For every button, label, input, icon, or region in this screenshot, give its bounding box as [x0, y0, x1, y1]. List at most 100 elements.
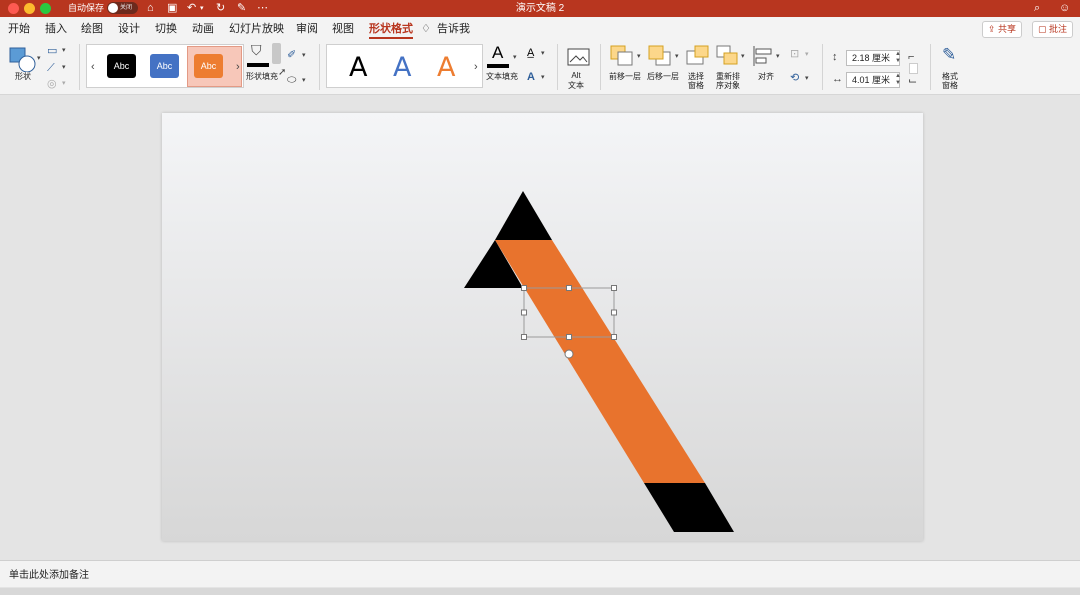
shape-style-blue[interactable]: Abc	[150, 54, 179, 78]
shape-styles-gallery: ‹ Abc Abc Abc ›	[86, 44, 244, 88]
comments-button[interactable]: ▢ 批注	[1032, 21, 1074, 38]
slide-canvas	[464, 191, 734, 532]
shapes-label: 形状	[15, 72, 31, 81]
rotation-handle-icon[interactable]	[564, 349, 574, 359]
resize-handle[interactable]	[611, 309, 617, 316]
effects-dropdown-icon[interactable]: ▾	[302, 75, 306, 87]
reorder-objects-icon[interactable]	[716, 45, 740, 67]
reorder-dropdown-icon[interactable]: ▾	[741, 51, 745, 63]
shape-effects-icon[interactable]: ⬭	[287, 74, 296, 86]
tab-design[interactable]: 设计	[118, 17, 140, 41]
send-backward-icon[interactable]	[648, 45, 672, 67]
shape-style-orange[interactable]: Abc	[194, 54, 223, 78]
shape-outline-icon[interactable]: ✐	[287, 49, 296, 61]
wordart-style-black[interactable]: A	[349, 54, 367, 82]
text-outline-dropdown-icon[interactable]: ▾	[541, 48, 545, 60]
outline-dropdown-icon[interactable]: ▾	[302, 50, 306, 62]
resize-handle[interactable]	[611, 285, 617, 291]
tab-view[interactable]: 视图	[332, 17, 354, 41]
lock-aspect-icon[interactable]: ⌐	[908, 51, 914, 63]
notes-pane[interactable]: 单击此处添加备注	[0, 560, 1080, 587]
slide[interactable]	[162, 113, 923, 541]
format-pane-icon[interactable]: ✎	[942, 46, 956, 64]
height-spin-down-icon[interactable]: ▼	[895, 58, 901, 65]
width-spin-up-icon[interactable]: ▲	[895, 73, 901, 80]
lightbulb-icon: ♢	[421, 23, 431, 35]
text-outline-icon[interactable]: A̲	[527, 47, 534, 59]
ribbon-separator	[822, 44, 823, 90]
text-fill-dropdown-icon[interactable]: ▾	[513, 52, 517, 64]
shape-height-icon: ↕	[832, 51, 838, 63]
text-box-icon[interactable]: ▭	[47, 45, 57, 57]
merge-shapes-icon: ◎	[47, 78, 57, 90]
align-icon[interactable]	[752, 45, 774, 67]
shapes-dropdown-icon[interactable]: ▾	[37, 53, 41, 65]
wordart-style-orange[interactable]: A	[437, 54, 455, 82]
text-effects-dropdown-icon[interactable]: ▾	[541, 72, 545, 84]
bring-forward-icon[interactable]	[610, 45, 634, 67]
share-label: 共享	[998, 24, 1017, 34]
bring-forward-label: 前移一层	[609, 72, 641, 81]
send-backward-dropdown-icon[interactable]: ▾	[675, 51, 679, 63]
tab-review[interactable]: 审阅	[296, 17, 318, 41]
rotate-dropdown-icon[interactable]: ▾	[805, 73, 809, 85]
tab-transitions[interactable]: 切换	[155, 17, 177, 41]
bottom-black-band[interactable]	[644, 483, 734, 532]
resize-handle[interactable]	[566, 285, 572, 291]
orange-band-shape[interactable]	[495, 240, 705, 483]
shapes-icon[interactable]	[8, 46, 38, 72]
resize-handle[interactable]	[521, 334, 527, 340]
wordart-next-icon[interactable]: ›	[474, 61, 478, 73]
lock-aspect-bottom-icon: ⌙	[908, 75, 918, 87]
top-black-triangle[interactable]	[495, 191, 552, 240]
edit-shape-icon[interactable]: ⟋	[47, 62, 55, 74]
shape-width-input[interactable]: 4.01 厘米	[846, 72, 900, 88]
ribbon-tabs: 开始 插入 绘图 设计 切换 动画 幻灯片放映 审阅 视图 形状格式 ♢ 告诉我	[0, 17, 1080, 41]
gallery-next-icon[interactable]: ›	[236, 61, 240, 73]
tab-slideshow[interactable]: 幻灯片放映	[229, 17, 284, 41]
account-icon[interactable]: ☺	[1059, 0, 1070, 17]
search-icon[interactable]: ⌕	[1034, 0, 1040, 17]
shape-height-input[interactable]: 2.18 厘米	[846, 50, 900, 66]
tab-tell-me[interactable]: 告诉我	[437, 17, 470, 41]
shape-style-black[interactable]: Abc	[107, 54, 136, 78]
alt-text-icon[interactable]	[567, 47, 590, 67]
status-bar	[0, 588, 1080, 595]
wordart-gallery: A A A ›	[326, 44, 483, 88]
lock-aspect-checkbox[interactable]	[909, 63, 918, 74]
rotate-icon[interactable]: ⟲	[790, 72, 799, 84]
merge-shapes-dropdown-icon: ▾	[62, 80, 66, 87]
resize-handle[interactable]	[611, 334, 617, 340]
resize-handle[interactable]	[566, 334, 572, 340]
text-fill-color-bar	[487, 64, 509, 68]
resize-handle[interactable]	[521, 309, 527, 316]
tab-home[interactable]: 开始	[8, 17, 30, 41]
tab-animations[interactable]: 动画	[192, 17, 214, 41]
edit-shape-dropdown-icon[interactable]: ▾	[62, 62, 66, 74]
send-backward-label: 后移一层	[647, 72, 679, 81]
height-spin-up-icon[interactable]: ▲	[895, 51, 901, 58]
tab-draw[interactable]: 绘图	[81, 17, 103, 41]
group-dropdown-icon: ▾	[805, 51, 809, 58]
text-box-dropdown-icon[interactable]: ▾	[62, 45, 66, 57]
gallery-prev-icon[interactable]: ‹	[91, 61, 95, 73]
bring-forward-dropdown-icon[interactable]: ▾	[637, 51, 641, 63]
wordart-style-blue[interactable]: A	[393, 54, 411, 82]
align-label: 对齐	[758, 72, 774, 81]
tab-shape-format[interactable]: 形状格式	[369, 17, 413, 41]
fill-dropdown-button[interactable]	[272, 43, 281, 64]
share-button[interactable]: ⇪ 共享	[982, 21, 1023, 38]
width-spin-down-icon[interactable]: ▼	[895, 80, 901, 87]
notes-placeholder: 单击此处添加备注	[9, 570, 89, 581]
shape-width-icon: ↔	[832, 73, 843, 85]
text-effects-icon[interactable]: A	[527, 71, 535, 83]
resize-handle[interactable]	[521, 285, 527, 291]
alt-text-label: Alt 文本	[568, 71, 584, 90]
text-fill-icon[interactable]: A	[492, 44, 503, 62]
align-dropdown-icon[interactable]: ▾	[776, 51, 780, 63]
selection-pane-icon[interactable]	[686, 45, 710, 67]
ribbon-separator	[557, 44, 558, 90]
tab-insert[interactable]: 插入	[45, 17, 67, 41]
paint-bucket-icon[interactable]: ⛉	[251, 43, 262, 57]
document-title: 演示文稿 2	[515, 3, 565, 14]
